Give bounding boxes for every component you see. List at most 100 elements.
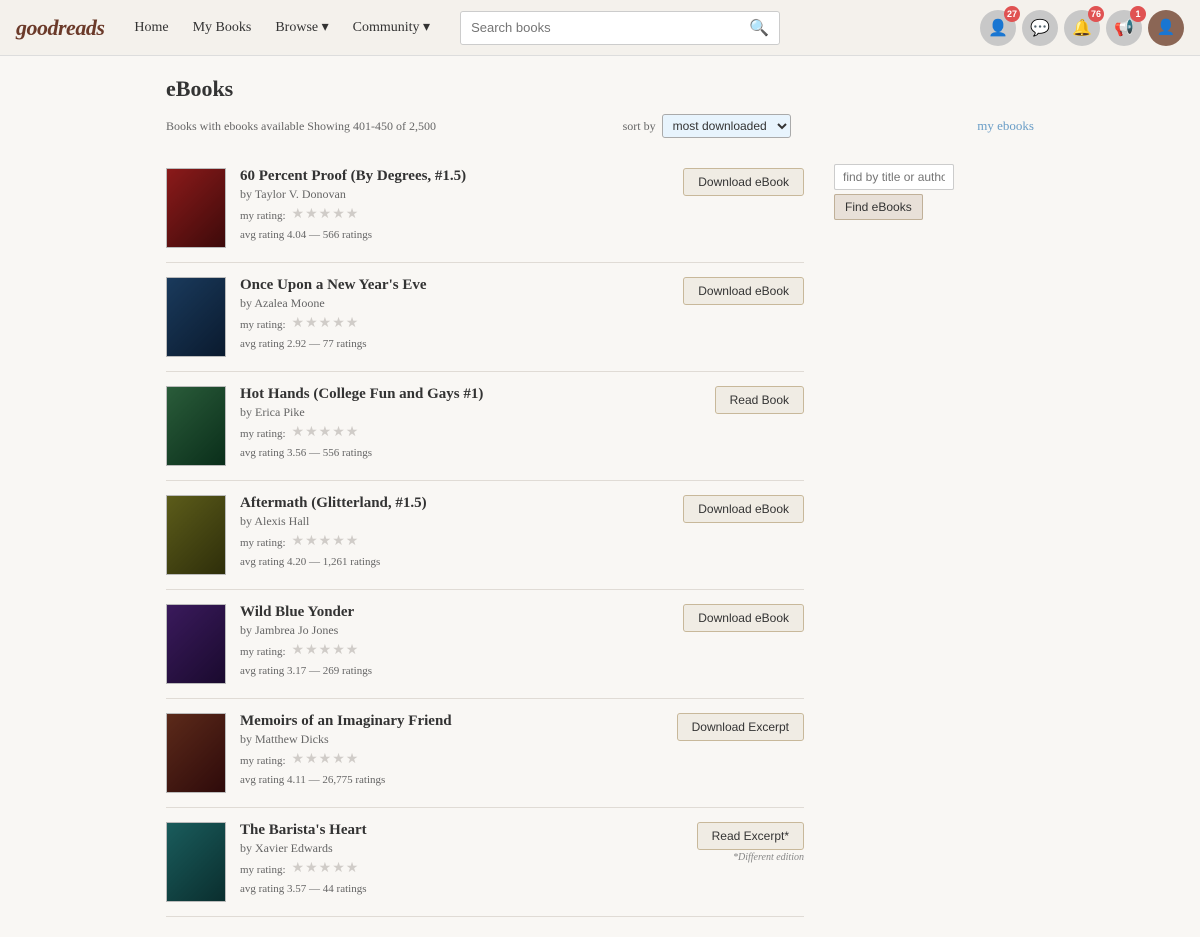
my-rating-row: my rating: ★ ★ ★ ★ ★ [240, 206, 660, 226]
star-3: ★ [319, 206, 332, 223]
book-info: 60 Percent Proof (By Degrees, #1.5) by T… [240, 168, 660, 241]
nav-community[interactable]: Community ▾ [343, 13, 440, 42]
notifications-icon[interactable]: 🔔 76 [1064, 10, 1100, 46]
avatar-icon: 👤 [1157, 18, 1176, 37]
table-row: Hot Hands (College Fun and Gays #1) by E… [166, 372, 804, 481]
my-rating-row: my rating: ★ ★ ★ ★ ★ [240, 424, 660, 444]
download-ebook-button[interactable]: Download eBook [683, 495, 804, 523]
star-rating[interactable]: ★ ★ ★ ★ ★ [292, 860, 359, 877]
star-2: ★ [305, 206, 318, 223]
table-row: Once Upon a New Year's Eve by Azalea Moo… [166, 263, 804, 372]
bell-icon: 🔔 [1072, 18, 1092, 38]
nav-browse[interactable]: Browse ▾ [265, 13, 338, 42]
book-author: by Jambrea Jo Jones [240, 623, 660, 638]
star-1: ★ [292, 424, 305, 441]
friend-requests-badge: 27 [1004, 6, 1020, 22]
star-4: ★ [332, 315, 345, 332]
book-title[interactable]: Once Upon a New Year's Eve [240, 277, 660, 294]
main-nav: Home My Books Browse ▾ Community ▾ [124, 13, 440, 42]
header: goodreads Home My Books Browse ▾ Communi… [0, 0, 1200, 56]
table-row: The Barista's Heart by Xavier Edwards my… [166, 808, 804, 917]
table-row: Aftermath (Glitterland, #1.5) by Alexis … [166, 481, 804, 590]
search-bar: 🔍 [460, 11, 780, 45]
book-action: Download eBook [674, 604, 804, 632]
star-3: ★ [319, 751, 332, 768]
nav-home[interactable]: Home [124, 14, 178, 42]
star-5: ★ [346, 424, 359, 441]
star-2: ★ [305, 751, 318, 768]
sidebar: Find eBooks [834, 154, 1034, 917]
messages-icon[interactable]: 💬 [1022, 10, 1058, 46]
download-ebook-button[interactable]: Download eBook [683, 277, 804, 305]
star-1: ★ [292, 533, 305, 550]
book-cover [166, 386, 226, 466]
book-title[interactable]: The Barista's Heart [240, 822, 660, 839]
star-1: ★ [292, 642, 305, 659]
find-ebook-input[interactable] [834, 164, 954, 190]
book-action: Download Excerpt [674, 713, 804, 741]
logo[interactable]: goodreads [16, 15, 104, 41]
star-rating[interactable]: ★ ★ ★ ★ ★ [292, 642, 359, 659]
my-rating-row: my rating: ★ ★ ★ ★ ★ [240, 751, 660, 771]
avg-rating: avg rating 3.57 — 44 ratings [240, 883, 660, 895]
book-author: by Taylor V. Donovan [240, 187, 660, 202]
star-3: ★ [319, 860, 332, 877]
book-author: by Xavier Edwards [240, 841, 660, 856]
avg-rating: avg rating 4.04 — 566 ratings [240, 229, 660, 241]
star-rating[interactable]: ★ ★ ★ ★ ★ [292, 424, 359, 441]
friend-requests-icon[interactable]: 👤 27 [980, 10, 1016, 46]
book-cover [166, 168, 226, 248]
book-cover [166, 277, 226, 357]
find-ebooks-button[interactable]: Find eBooks [834, 194, 923, 220]
message-icon: 💬 [1030, 18, 1050, 38]
sort-select[interactable]: most downloaded title author avg rating … [662, 114, 791, 138]
download-excerpt-button[interactable]: Download Excerpt [677, 713, 804, 741]
book-title[interactable]: 60 Percent Proof (By Degrees, #1.5) [240, 168, 660, 185]
star-4: ★ [332, 533, 345, 550]
search-input[interactable] [461, 14, 739, 41]
toolbar: Books with ebooks available Showing 401-… [166, 114, 1034, 138]
download-ebook-button[interactable]: Download eBook [683, 604, 804, 632]
search-button[interactable]: 🔍 [739, 12, 779, 44]
book-author: by Matthew Dicks [240, 732, 660, 747]
user-avatar[interactable]: 👤 [1148, 10, 1184, 46]
star-rating[interactable]: ★ ★ ★ ★ ★ [292, 751, 359, 768]
my-ebooks-link[interactable]: my ebooks [977, 118, 1034, 134]
book-action: Read Excerpt* *Different edition [674, 822, 804, 863]
star-4: ★ [332, 424, 345, 441]
read-excerpt-button[interactable]: Read Excerpt* [697, 822, 804, 850]
book-action: Download eBook [674, 495, 804, 523]
star-4: ★ [332, 206, 345, 223]
avg-rating: avg rating 3.17 — 269 ratings [240, 665, 660, 677]
avg-rating: avg rating 2.92 — 77 ratings [240, 338, 660, 350]
my-rating-row: my rating: ★ ★ ★ ★ ★ [240, 533, 660, 553]
rating-label: my rating: [240, 646, 286, 658]
nav-my-books[interactable]: My Books [183, 14, 262, 42]
sort-label: sort by [623, 119, 656, 134]
star-rating[interactable]: ★ ★ ★ ★ ★ [292, 533, 359, 550]
star-2: ★ [305, 424, 318, 441]
star-1: ★ [292, 206, 305, 223]
book-title[interactable]: Hot Hands (College Fun and Gays #1) [240, 386, 660, 403]
star-2: ★ [305, 533, 318, 550]
star-rating[interactable]: ★ ★ ★ ★ ★ [292, 206, 359, 223]
book-title[interactable]: Wild Blue Yonder [240, 604, 660, 621]
read-book-button[interactable]: Read Book [715, 386, 804, 414]
book-action: Download eBook [674, 168, 804, 196]
book-title[interactable]: Memoirs of an Imaginary Friend [240, 713, 660, 730]
book-title[interactable]: Aftermath (Glitterland, #1.5) [240, 495, 660, 512]
star-1: ★ [292, 860, 305, 877]
friend-icon: 👤 [988, 18, 1008, 38]
rating-label: my rating: [240, 755, 286, 767]
different-edition-note: *Different edition [733, 852, 804, 863]
table-row: 60 Percent Proof (By Degrees, #1.5) by T… [166, 154, 804, 263]
star-1: ★ [292, 315, 305, 332]
star-3: ★ [319, 424, 332, 441]
book-info: Once Upon a New Year's Eve by Azalea Moo… [240, 277, 660, 350]
star-5: ★ [346, 315, 359, 332]
table-row: Memoirs of an Imaginary Friend by Matthe… [166, 699, 804, 808]
book-cover [166, 713, 226, 793]
updates-icon[interactable]: 📢 1 [1106, 10, 1142, 46]
download-ebook-button[interactable]: Download eBook [683, 168, 804, 196]
star-rating[interactable]: ★ ★ ★ ★ ★ [292, 315, 359, 332]
